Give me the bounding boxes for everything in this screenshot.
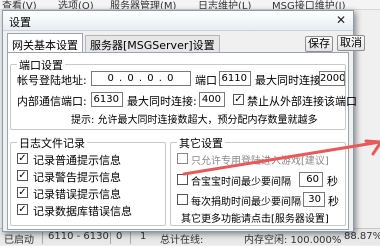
gift-interval-label: 每次捐助时间最少要间隔: [191, 197, 301, 208]
checkmark-icon: ✓: [18, 153, 27, 164]
checkmark-icon: ✓: [234, 94, 243, 105]
save-button-face[interactable]: 保存: [305, 36, 333, 52]
close-icon[interactable]: ✕: [333, 13, 349, 28]
status-state: 已启动: [4, 235, 34, 246]
max-conn-label: 最大同时连接:: [255, 74, 325, 87]
internal-max-conn-input[interactable]: 400: [199, 92, 225, 107]
menu-item-server-manage[interactable]: 服务器管理(M): [110, 0, 176, 9]
gift-interval-input[interactable]: 30: [303, 192, 325, 207]
status-count-zero: 0: [116, 231, 123, 242]
menu-item-options[interactable]: 选项(O): [58, 0, 94, 9]
other-settings-title: 其它设置: [177, 135, 225, 151]
only-allowed-label: 只允许专用登陆进入游戏[建议]: [191, 156, 329, 167]
port-settings-group: 端口设置 帐号登陆地址: 0 . 0 . 0 . 0 端口 6110 最大同时连…: [10, 57, 357, 130]
checkmark-icon: ✓: [18, 170, 27, 181]
tab-gateway-basic[interactable]: 网关基本设置: [7, 33, 83, 52]
internal-max-conn-label: 最大同时连接:: [127, 95, 197, 108]
port-label: 端口: [195, 74, 217, 87]
internal-port-label: 内部通信端口:: [17, 95, 87, 108]
settings-panel: 端口设置 帐号登陆地址: 0 . 0 . 0 . 0 端口 6110 最大同时连…: [7, 52, 357, 230]
port-settings-title: 端口设置: [17, 57, 65, 73]
safe-interval-label: 合宝宝时间最少要间隔: [191, 177, 291, 188]
gift-interval-unit: 秒: [328, 195, 339, 208]
safe-interval-unit: 秒: [327, 175, 338, 188]
status-separator: [130, 230, 131, 244]
checkmark-icon: ✓: [18, 187, 27, 198]
more-settings-hint[interactable]: 其它更多功能请点击[服务器设置]: [181, 210, 329, 225]
max-conn-input[interactable]: 2000: [319, 71, 345, 86]
status-separator: [42, 230, 43, 244]
tab-server-msgserver[interactable]: 服务器[MSGServer]设置: [85, 35, 220, 52]
log-settings-title: 日志文件记录: [17, 135, 87, 151]
port-hint-text: 提示: 允许最大同时连接数超大，预分配内存数量就越多: [71, 115, 318, 126]
safe-interval-checkbox[interactable]: [177, 174, 188, 185]
account-ip-label: 帐号登陆地址:: [17, 74, 87, 87]
dialog-title: 设置: [9, 16, 31, 29]
status-memory: 内存空闲: 100.000%: [244, 235, 342, 246]
forbid-external-label: 禁止从外部连接该端口: [247, 95, 357, 108]
status-total-online: 总计在线:: [160, 235, 204, 246]
settings-dialog: 设置 ✕ 网关基本设置 服务器[MSGServer]设置 端口设置 帐号登陆地址…: [2, 10, 357, 232]
menu-item-log-maintain[interactable]: 日志维护(L): [198, 0, 251, 9]
arrow-head-icon: [364, 139, 380, 156]
menu-item-msg-interface[interactable]: MSG接口维护(I): [272, 0, 345, 9]
other-settings-group: 其它设置 只允许专用登陆进入游戏[建议] 合宝宝时间最少要间隔 60 秒 每次捐…: [170, 135, 346, 226]
log-error-label: 记录错误提示信息: [33, 188, 121, 201]
status-count-one: 1: [140, 231, 147, 242]
only-allowed-checkbox[interactable]: [177, 153, 188, 164]
log-normal-label: 记录普通提示信息: [33, 154, 121, 167]
port-input[interactable]: 6110: [219, 71, 251, 86]
safe-interval-input[interactable]: 60: [299, 172, 323, 187]
status-separator: [110, 230, 111, 244]
internal-port-input[interactable]: 6130: [91, 92, 123, 107]
forbid-external-checkbox[interactable]: ✓: [233, 94, 244, 105]
log-settings-group: 日志文件记录 ✓ 记录普通提示信息 ✓ 记录警告提示信息 ✓ 记录错误提示信息 …: [10, 135, 166, 226]
log-db-error-label: 记录数据库错误信息: [33, 205, 132, 218]
menu-item-view[interactable]: 查看(V): [2, 0, 37, 9]
log-warning-checkbox[interactable]: ✓: [17, 170, 28, 181]
dialog-titlebar[interactable]: 设置 ✕: [3, 11, 353, 31]
cancel-button[interactable]: 取消: [337, 35, 365, 51]
status-port-range: 6110 - 6130: [48, 231, 109, 242]
account-ip-input[interactable]: 0 . 0 . 0 . 0: [91, 71, 191, 86]
background-menubar: 查看(V) 选项(O) 服务器管理(M) 日志维护(L) MSG接口维护(I): [0, 0, 380, 10]
status-percent: 88.87%: [344, 231, 380, 242]
checkmark-icon: ✓: [18, 204, 27, 215]
log-db-error-checkbox[interactable]: ✓: [17, 204, 28, 215]
log-warning-label: 记录警告提示信息: [33, 171, 121, 184]
log-normal-checkbox[interactable]: ✓: [17, 153, 28, 164]
gift-interval-checkbox[interactable]: [177, 194, 188, 205]
log-error-checkbox[interactable]: ✓: [17, 187, 28, 198]
